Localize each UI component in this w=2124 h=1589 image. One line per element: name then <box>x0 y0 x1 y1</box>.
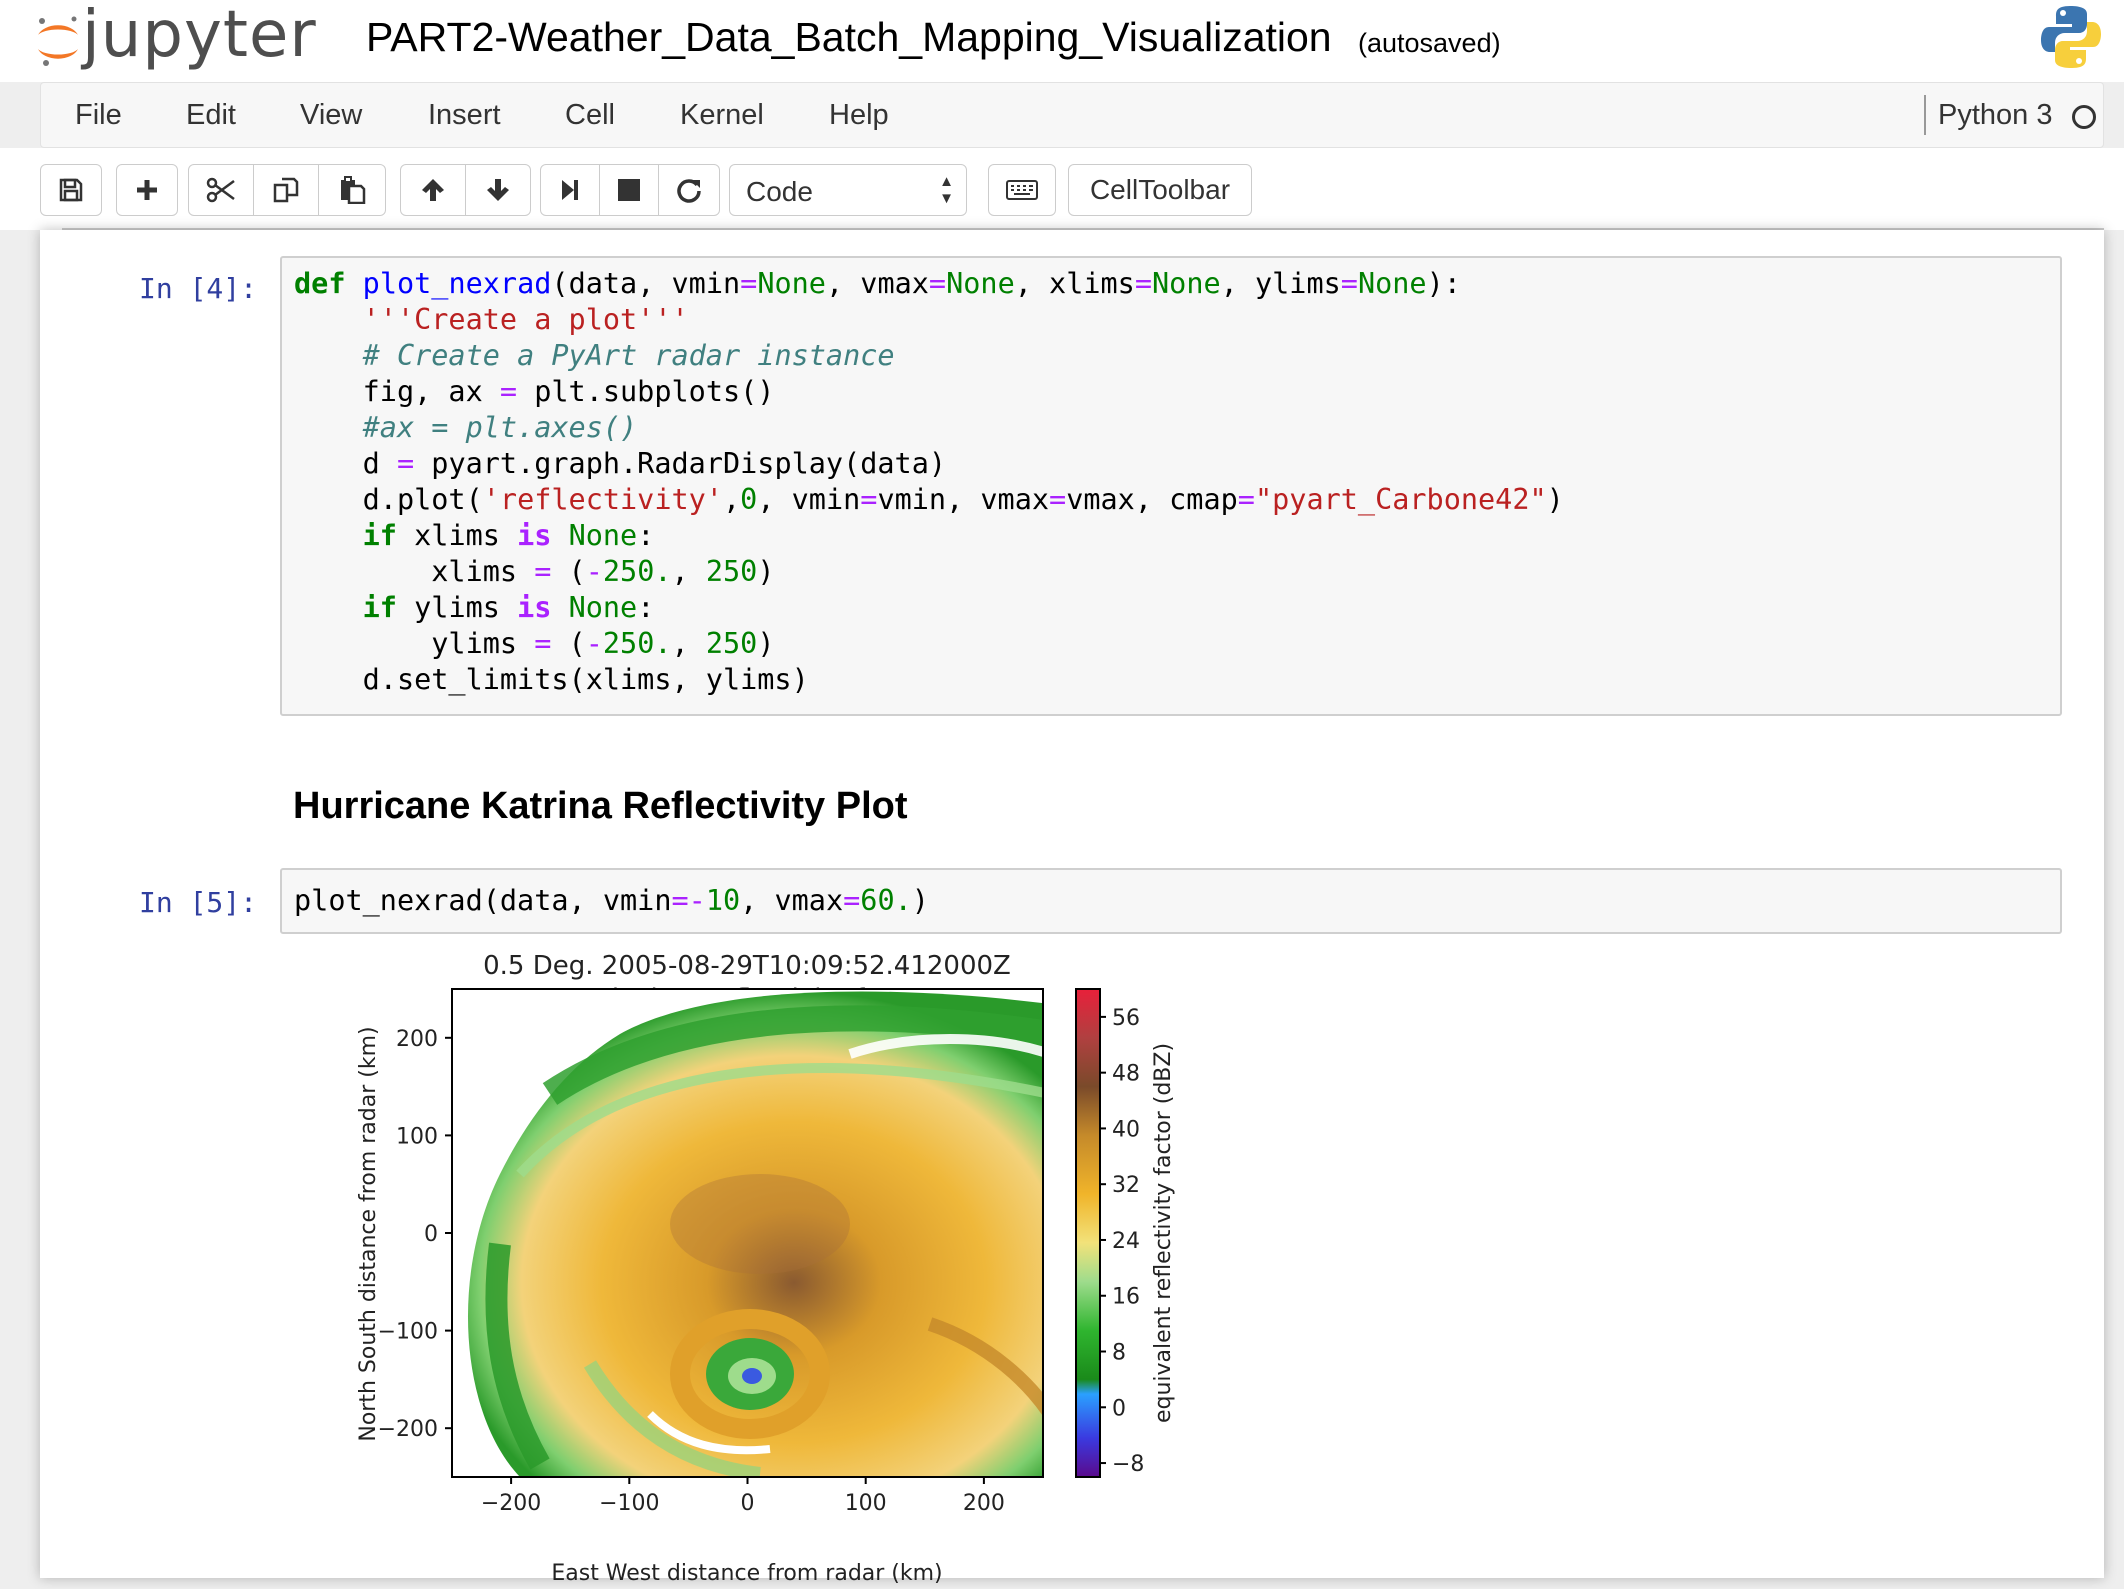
insert-cell-button[interactable] <box>116 164 178 216</box>
paste-icon <box>341 176 366 204</box>
colorbar-tick-label: 56 <box>1112 1006 1140 1031</box>
menu-edit[interactable]: Edit <box>186 99 236 132</box>
code-line: if xlims is None: <box>362 519 655 552</box>
cell-output-plot: 0.5 Deg. 2005-08-29T10:09:52.412000Z Equ… <box>290 944 1190 1589</box>
y-tick-label: 200 <box>396 1027 438 1052</box>
colorbar-ticks: 56 48 40 32 24 16 8 0 −8 <box>1100 1006 1144 1477</box>
kernel-idle-indicator-icon <box>2072 105 2096 129</box>
jupyter-wordmark: jupyter <box>82 0 317 72</box>
colorbar-label: equivalent reflectivity factor (dBZ) <box>1151 1043 1176 1423</box>
x-tick-label: 200 <box>963 1491 1005 1516</box>
copy-button[interactable] <box>253 164 319 216</box>
cell-type-value: Code <box>746 176 813 207</box>
scissors-icon <box>206 177 235 203</box>
keyboard-icon <box>1006 180 1038 200</box>
menu-insert[interactable]: Insert <box>428 99 501 132</box>
code-cell-input[interactable]: plot_nexrad(data, vmin=-10, vmax=60.) <box>280 868 2062 934</box>
notebook-name[interactable]: PART2-Weather_Data_Batch_Mapping_Visuali… <box>366 14 1332 61</box>
colorbar-tick-label: 24 <box>1112 1229 1140 1254</box>
step-forward-icon <box>562 180 578 200</box>
x-tick-label: −200 <box>481 1491 541 1516</box>
restart-kernel-button[interactable] <box>658 164 720 216</box>
celltoolbar-label: CellToolbar <box>1089 174 1231 205</box>
colorbar <box>1075 988 1101 1478</box>
code-line: d.plot('reflectivity',0, vmin=vmin, vmax… <box>294 483 1564 516</box>
python-logo-icon <box>2041 6 2101 68</box>
menu-kernel[interactable]: Kernel <box>680 99 764 132</box>
reflectivity-plot: 0.5 Deg. 2005-08-29T10:09:52.412000Z Equ… <box>356 951 1176 1586</box>
y-axis-ticks: 200 100 0 −100 −200 <box>378 1027 452 1442</box>
code-line: d.set_limits(xlims, ylims) <box>294 663 809 696</box>
chart-title: 0.5 Deg. 2005-08-29T10:09:52.412000Z <box>483 951 1011 981</box>
celltoolbar-button[interactable]: CellToolbar <box>1068 164 1252 216</box>
code-line: fig, ax = plt.subplots() <box>294 375 775 408</box>
code-line: if ylims is None: <box>362 591 655 624</box>
cut-button[interactable] <box>188 164 254 216</box>
y-tick-label: 0 <box>424 1222 438 1247</box>
notebook-container: In [4]: def plot_nexrad(data, vmin=None,… <box>40 230 2104 1586</box>
paste-button[interactable] <box>318 164 386 216</box>
jupyter-logo-icon <box>38 16 78 66</box>
y-tick-label: −200 <box>378 1417 438 1442</box>
menu-help[interactable]: Help <box>829 99 889 132</box>
stop-icon <box>618 179 640 201</box>
arrow-up-icon <box>422 179 444 201</box>
cell-prompt: In [4]: <box>139 272 258 305</box>
code-line: plot_nexrad(data, vmin=-10, vmax=60.) <box>294 884 929 917</box>
menubar: File Edit View Insert Cell Kernel Help P… <box>40 82 2104 148</box>
code-line: # Create a PyArt radar instance <box>362 339 895 372</box>
save-icon <box>59 178 83 202</box>
y-axis-label: North South distance from radar (km) <box>356 1026 381 1441</box>
menu-cell[interactable]: Cell <box>565 99 615 132</box>
kernel-name: Python 3 <box>1938 99 2053 131</box>
x-axis-label: East West distance from radar (km) <box>551 1561 942 1584</box>
colorbar-tick-label: 32 <box>1112 1173 1140 1198</box>
save-button[interactable] <box>40 164 102 216</box>
x-tick-label: 100 <box>845 1491 887 1516</box>
code-line: ylims = (-250., 250) <box>294 627 775 660</box>
x-tick-label: 0 <box>741 1491 755 1516</box>
select-arrows-icon: ▲ ▼ <box>939 173 954 207</box>
colorbar-tick-label: 8 <box>1112 1341 1126 1366</box>
plus-icon <box>137 180 157 200</box>
code-cell-input[interactable]: def plot_nexrad(data, vmin=None, vmax=No… <box>280 256 2062 716</box>
cell-type-select[interactable]: Code ▲ ▼ <box>729 164 967 216</box>
code-line: def plot_nexrad(data, vmin=None, vmax=No… <box>294 267 1461 300</box>
command-palette-button[interactable] <box>988 164 1056 216</box>
cell-prompt: In [5]: <box>139 886 258 919</box>
move-up-button[interactable] <box>400 164 466 216</box>
colorbar-tick-label: 0 <box>1112 1396 1126 1421</box>
copy-icon <box>273 177 299 203</box>
code-line: xlims = (-250., 250) <box>294 555 775 588</box>
colorbar-tick-label: 16 <box>1112 1285 1140 1310</box>
menu-view[interactable]: View <box>300 99 362 132</box>
y-tick-label: −100 <box>378 1320 438 1345</box>
move-down-button[interactable] <box>465 164 531 216</box>
refresh-icon <box>677 179 701 203</box>
y-tick-label: 100 <box>396 1124 438 1149</box>
menu-file[interactable]: File <box>75 99 122 132</box>
kernel-separator <box>1924 95 1926 135</box>
code-line: #ax = plt.axes() <box>362 411 638 444</box>
notebook-header: jupyter PART2-Weather_Data_Batch_Mapping… <box>0 0 2124 82</box>
interrupt-button[interactable] <box>599 164 659 216</box>
code-line: '''Create a plot''' <box>362 303 689 336</box>
colorbar-tick-label: 48 <box>1112 1062 1140 1087</box>
jupyter-logo[interactable]: jupyter <box>34 0 317 76</box>
autosave-status: (autosaved) <box>1358 28 1501 58</box>
x-axis-ticks: −200 −100 0 100 200 <box>481 1477 1005 1516</box>
colorbar-tick-label: 40 <box>1112 1117 1140 1142</box>
toolbar: Code ▲ ▼ CellToolbar <box>0 148 2124 230</box>
markdown-heading: Hurricane Katrina Reflectivity Plot <box>293 785 908 827</box>
x-tick-label: −100 <box>599 1491 659 1516</box>
code-line: d = pyart.graph.RadarDisplay(data) <box>294 447 947 480</box>
radar-image <box>452 989 1043 1477</box>
arrow-down-icon <box>487 179 509 201</box>
colorbar-tick-label: −8 <box>1112 1452 1144 1477</box>
run-button[interactable] <box>540 164 600 216</box>
